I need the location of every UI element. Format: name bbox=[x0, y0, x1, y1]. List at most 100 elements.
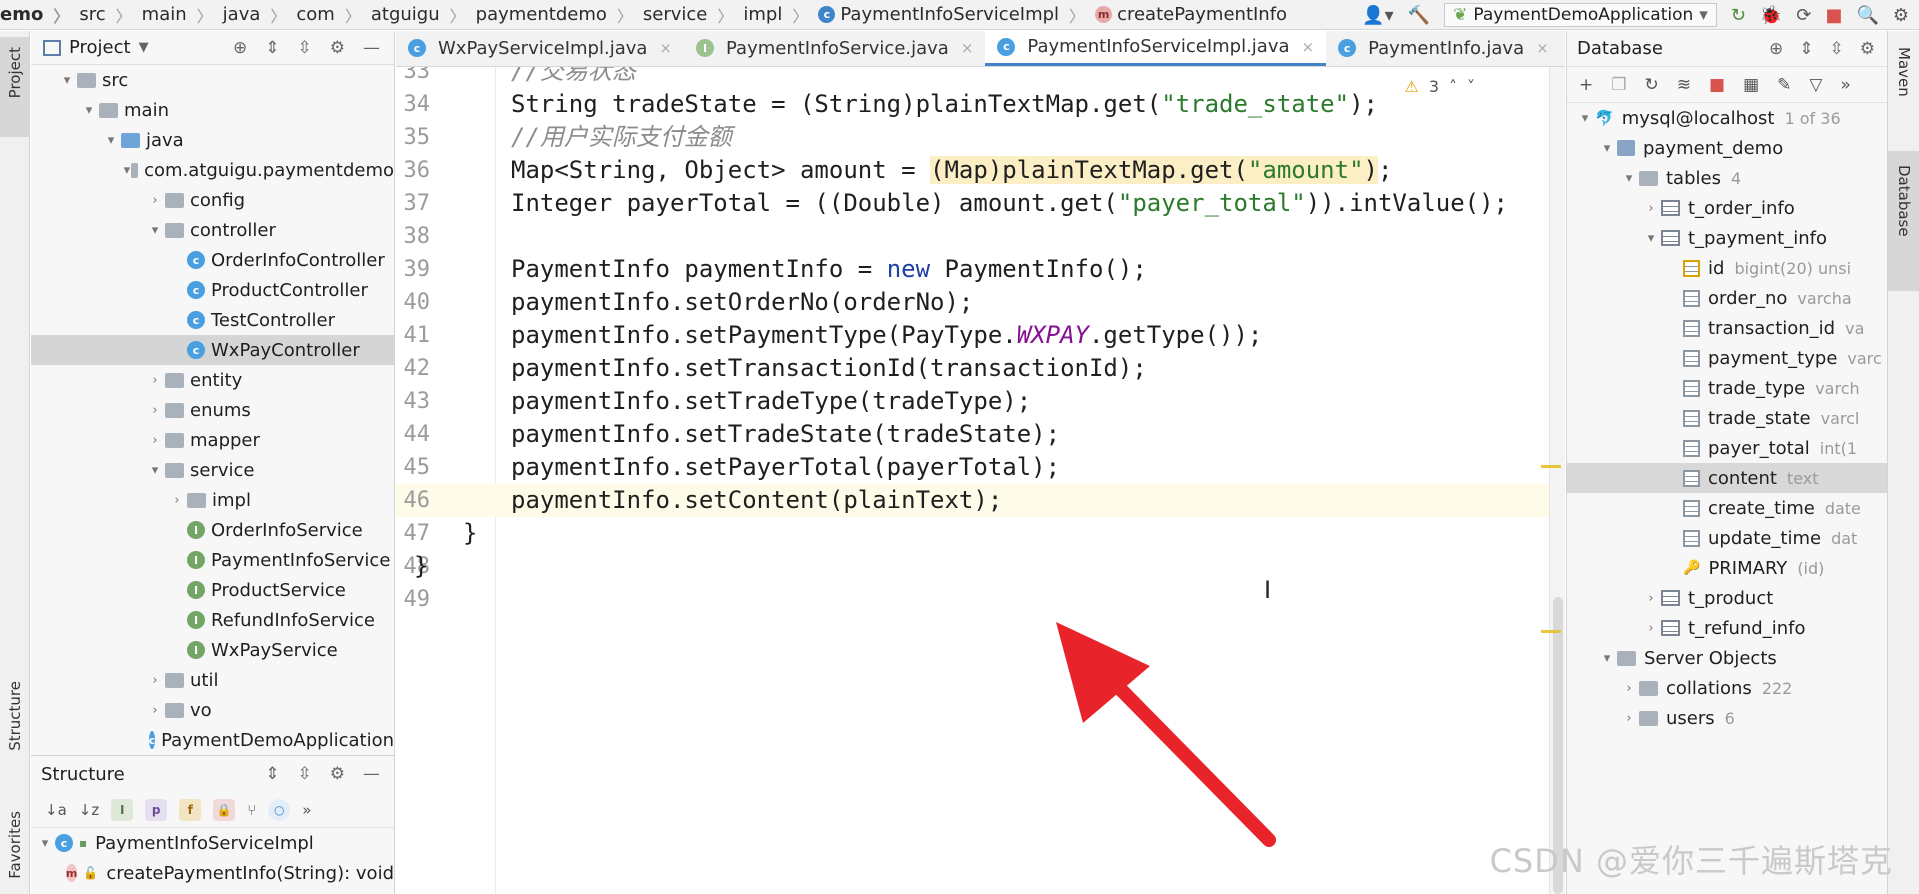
tree-folder-item[interactable]: › enums bbox=[31, 395, 394, 425]
tree-folder-item[interactable]: › mapper bbox=[31, 425, 394, 455]
maven-tool-tab[interactable]: Maven bbox=[1888, 37, 1919, 137]
structure-tool-tab[interactable]: Structure bbox=[0, 671, 29, 791]
favorites-tool-tab[interactable]: Favorites bbox=[0, 801, 29, 894]
lambda-icon[interactable]: ○ bbox=[268, 798, 291, 821]
add-icon[interactable]: + bbox=[1579, 75, 1593, 95]
tree-folder-item[interactable]: › config bbox=[31, 185, 394, 215]
sort-alpha-icon[interactable]: ↓a bbox=[45, 801, 67, 819]
database-column-item[interactable]: update_time dat bbox=[1567, 523, 1887, 553]
breadcrumb-item[interactable]: impl 〉 bbox=[743, 0, 818, 30]
locate-icon[interactable]: ⊕ bbox=[1769, 39, 1783, 59]
database-tree-item[interactable]: › collations 222 bbox=[1567, 673, 1887, 703]
breadcrumb-item[interactable]: com 〉 bbox=[296, 0, 370, 30]
database-column-item[interactable]: trade_state varcl bbox=[1567, 403, 1887, 433]
close-icon[interactable]: × bbox=[1536, 39, 1549, 57]
database-column-item[interactable]: order_no varcha bbox=[1567, 283, 1887, 313]
chevron-down-icon[interactable]: ▾ bbox=[123, 163, 131, 178]
editor-tab[interactable]: c PaymentInfoServiceImpl.java × bbox=[985, 31, 1327, 66]
editor-tab[interactable]: I PaymentInfoService.java × bbox=[684, 31, 985, 66]
chevron-down-icon[interactable]: ▾ bbox=[101, 133, 121, 148]
expand-all-icon[interactable]: ⇕ bbox=[265, 38, 279, 58]
editor-tab[interactable]: c bbox=[1561, 31, 1565, 66]
database-column-item[interactable]: trade_type varch bbox=[1567, 373, 1887, 403]
table-view-icon[interactable]: ▦ bbox=[1743, 75, 1759, 95]
gear-icon[interactable]: ⚙ bbox=[330, 764, 345, 784]
breadcrumb-item[interactable]: atguigu 〉 bbox=[371, 0, 476, 30]
chevron-down-icon[interactable]: ▾ bbox=[35, 836, 55, 851]
breadcrumb-item[interactable]: java 〉 bbox=[223, 0, 297, 30]
debug-icon[interactable]: 🐞 bbox=[1760, 5, 1782, 26]
database-tree-item[interactable]: › t_refund_info bbox=[1567, 613, 1887, 643]
copy-icon[interactable]: ❐ bbox=[1611, 75, 1626, 95]
tree-folder-item[interactable]: ▾ src bbox=[31, 65, 394, 95]
database-column-item[interactable]: payer_total int(1 bbox=[1567, 433, 1887, 463]
close-icon[interactable]: × bbox=[659, 39, 672, 57]
close-icon[interactable]: × bbox=[961, 39, 974, 57]
database-column-item[interactable]: create_time date bbox=[1567, 493, 1887, 523]
chevron-down-icon[interactable]: ▾ bbox=[1641, 231, 1661, 246]
database-tree-item[interactable]: › t_product bbox=[1567, 583, 1887, 613]
hammer-icon[interactable]: 🔨 bbox=[1408, 5, 1430, 26]
show-non-public-icon[interactable]: 🔒 bbox=[213, 798, 236, 821]
chevron-right-icon[interactable]: › bbox=[1641, 201, 1661, 216]
database-column-item[interactable]: content text bbox=[1567, 463, 1887, 493]
settings-icon[interactable]: ⚙ bbox=[1893, 5, 1909, 26]
database-tree-item[interactable]: › users 6 bbox=[1567, 703, 1887, 733]
breadcrumb-item[interactable]: main 〉 bbox=[142, 0, 223, 30]
expand-all-icon[interactable]: ⇕ bbox=[265, 764, 279, 784]
show-inherited-icon[interactable]: I bbox=[111, 798, 134, 821]
chevron-down-icon[interactable]: ▾ bbox=[79, 103, 99, 118]
tree-folder-item[interactable]: › util bbox=[31, 665, 394, 695]
user-icon[interactable]: 👤▾ bbox=[1362, 5, 1393, 26]
tree-file-item[interactable]: c WxPayController bbox=[31, 335, 394, 365]
minimize-icon[interactable]: — bbox=[363, 38, 380, 58]
gear-icon[interactable]: ⚙ bbox=[1860, 39, 1875, 59]
breadcrumb-item[interactable]: service 〉 bbox=[643, 0, 744, 30]
tree-file-item[interactable]: c OrderInfoController bbox=[31, 245, 394, 275]
chevron-down-icon[interactable]: ▾ bbox=[145, 463, 165, 478]
database-column-item[interactable]: transaction_id va bbox=[1567, 313, 1887, 343]
close-icon[interactable]: × bbox=[1302, 38, 1315, 56]
run-configuration-select[interactable]: ❦ PaymentDemoApplication ▾ bbox=[1444, 3, 1717, 27]
tree-folder-item[interactable]: ▾ com.atguigu.paymentdemo bbox=[31, 155, 394, 185]
database-tree-item[interactable]: ▾ 🐬 mysql@localhost 1 of 36 bbox=[1567, 103, 1887, 133]
show-fields-icon[interactable]: f bbox=[179, 798, 202, 821]
tree-file-item[interactable]: I ProductService bbox=[31, 575, 394, 605]
chevron-down-icon[interactable]: ▾ bbox=[145, 223, 165, 238]
breadcrumb-item[interactable]: src 〉 bbox=[79, 0, 141, 30]
chevron-right-icon[interactable]: › bbox=[1641, 621, 1661, 636]
tree-file-item[interactable]: c ProductController bbox=[31, 275, 394, 305]
collapse-all-icon[interactable]: ⇳ bbox=[298, 764, 312, 784]
breadcrumb-item[interactable]: m createPaymentInfo bbox=[1095, 0, 1287, 30]
project-panel-title[interactable]: Project bbox=[69, 37, 131, 58]
database-tree-item[interactable]: ▾ t_payment_info bbox=[1567, 223, 1887, 253]
locate-icon[interactable]: ⊕ bbox=[233, 38, 247, 58]
show-properties-icon[interactable]: p bbox=[145, 798, 168, 821]
chevron-right-icon[interactable]: › bbox=[145, 373, 165, 388]
database-tool-tab[interactable]: Database bbox=[1888, 151, 1919, 291]
tree-folder-item[interactable]: ▾ main bbox=[31, 95, 394, 125]
tree-file-item[interactable]: I RefundInfoService bbox=[31, 605, 394, 635]
breadcrumb-item[interactable]: paymentdemo 〉 bbox=[476, 0, 643, 30]
refresh-icon[interactable]: ↻ bbox=[1645, 75, 1659, 95]
chevron-down-icon[interactable]: ▾ bbox=[57, 73, 77, 88]
chevron-right-icon[interactable]: › bbox=[145, 193, 165, 208]
tree-folder-item[interactable]: › impl bbox=[31, 485, 394, 515]
tree-file-item[interactable]: I OrderInfoService bbox=[31, 515, 394, 545]
tree-file-item[interactable]: c PaymentDemoApplication bbox=[31, 725, 394, 755]
chevron-right-icon[interactable]: › bbox=[1619, 711, 1639, 726]
tree-folder-item[interactable]: ▾ service bbox=[31, 455, 394, 485]
chevron-down-icon[interactable]: ▾ bbox=[1575, 111, 1595, 126]
chevron-down-icon[interactable]: ▾ bbox=[1597, 141, 1617, 156]
editor-tab[interactable]: c PaymentInfo.java × bbox=[1326, 31, 1561, 66]
chevron-right-icon[interactable]: › bbox=[1619, 681, 1639, 696]
editor-tab[interactable]: c WxPayServiceImpl.java × bbox=[396, 31, 684, 66]
tree-folder-item[interactable]: › entity bbox=[31, 365, 394, 395]
tree-file-item[interactable]: I WxPayService bbox=[31, 635, 394, 665]
database-tree-item[interactable]: › t_order_info bbox=[1567, 193, 1887, 223]
database-tree-item[interactable]: 🔑 PRIMARY (id) bbox=[1567, 553, 1887, 583]
chevron-down-icon[interactable]: ▾ bbox=[1619, 171, 1639, 186]
tree-file-item[interactable]: I PaymentInfoService bbox=[31, 545, 394, 575]
breadcrumb-item[interactable]: emo 〉 bbox=[0, 0, 79, 30]
more-icon[interactable]: » bbox=[1840, 75, 1850, 95]
